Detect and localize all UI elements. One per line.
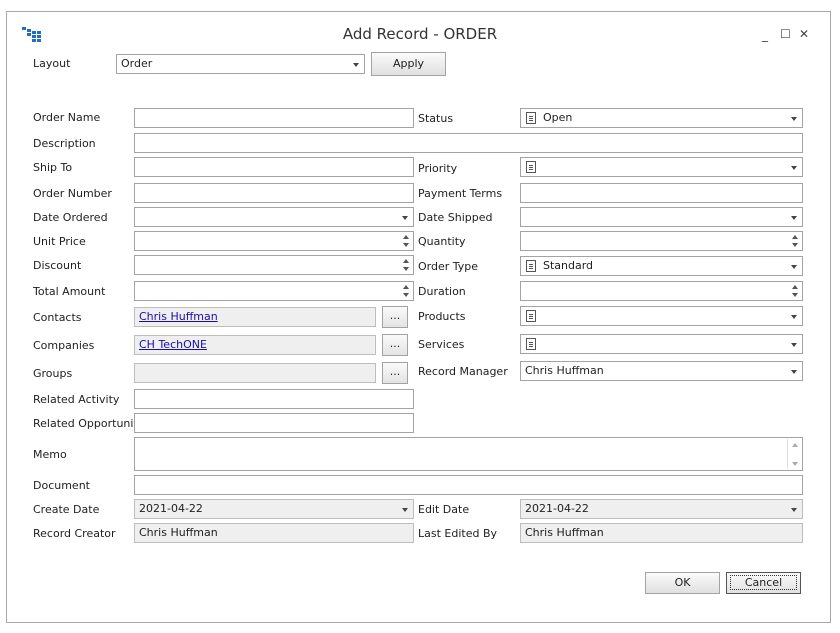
unit-price-spinner[interactable] bbox=[134, 231, 414, 251]
groups-label: Groups bbox=[33, 367, 73, 380]
edit-date-label: Edit Date bbox=[418, 503, 470, 516]
memo-textarea[interactable] bbox=[134, 437, 803, 471]
cancel-button[interactable]: Cancel bbox=[726, 572, 801, 594]
record-manager-label: Record Manager bbox=[418, 365, 508, 378]
window-title: Add Record - ORDER bbox=[342, 25, 498, 43]
document-input[interactable] bbox=[134, 475, 803, 495]
close-button[interactable]: ✕ bbox=[799, 27, 809, 41]
spin-down-icon[interactable] bbox=[792, 243, 798, 247]
create-date-picker: 2021-04-22 bbox=[134, 499, 414, 519]
order-number-label: Order Number bbox=[33, 187, 112, 200]
document-icon bbox=[526, 112, 536, 124]
create-date-label: Create Date bbox=[33, 503, 100, 516]
total-amount-label: Total Amount bbox=[33, 285, 106, 298]
companies-browse-button[interactable]: ... bbox=[382, 334, 408, 356]
related-activity-input[interactable] bbox=[134, 389, 414, 409]
document-icon bbox=[526, 338, 536, 350]
layout-label: Layout bbox=[33, 57, 71, 70]
contacts-browse-button[interactable]: ... bbox=[382, 306, 408, 328]
ok-button[interactable]: OK bbox=[645, 572, 720, 594]
date-shipped-picker[interactable] bbox=[520, 207, 803, 227]
discount-spinner[interactable] bbox=[134, 255, 414, 275]
companies-field: CH TechONE bbox=[134, 335, 376, 355]
layout-select-value: Order bbox=[121, 57, 153, 70]
company-link[interactable]: CH TechONE bbox=[139, 338, 207, 351]
spin-down-icon[interactable] bbox=[403, 243, 409, 247]
last-edited-by-label: Last Edited By bbox=[418, 527, 498, 540]
date-shipped-label: Date Shipped bbox=[418, 211, 493, 224]
quantity-spinner[interactable] bbox=[520, 231, 803, 251]
related-opportunity-input[interactable] bbox=[134, 413, 414, 433]
scroll-down-icon[interactable] bbox=[792, 462, 798, 466]
last-edited-by-field: Chris Huffman bbox=[520, 523, 803, 543]
document-icon bbox=[526, 260, 536, 272]
contact-link[interactable]: Chris Huffman bbox=[139, 310, 218, 323]
document-label: Document bbox=[33, 479, 90, 492]
spin-down-icon[interactable] bbox=[403, 267, 409, 271]
document-icon bbox=[526, 310, 536, 322]
related-activity-label: Related Activity bbox=[33, 393, 120, 406]
record-creator-field: Chris Huffman bbox=[134, 523, 414, 543]
apply-button[interactable]: Apply bbox=[371, 52, 446, 76]
order-name-input[interactable] bbox=[134, 108, 414, 128]
minimize-button[interactable]: _ bbox=[762, 28, 768, 42]
description-label: Description bbox=[33, 137, 96, 150]
spin-down-icon[interactable] bbox=[403, 293, 409, 297]
edit-date-picker: 2021-04-22 bbox=[520, 499, 803, 519]
memo-scrollbar[interactable] bbox=[787, 439, 801, 469]
order-name-label: Order Name bbox=[33, 111, 101, 124]
ship-to-input[interactable] bbox=[134, 157, 414, 177]
spin-up-icon[interactable] bbox=[403, 285, 409, 289]
order-type-select[interactable]: Standard bbox=[520, 256, 803, 276]
order-number-input[interactable] bbox=[134, 183, 414, 203]
companies-label: Companies bbox=[33, 339, 95, 352]
spin-up-icon[interactable] bbox=[403, 235, 409, 239]
discount-label: Discount bbox=[33, 259, 82, 272]
products-select[interactable] bbox=[520, 306, 803, 326]
scroll-up-icon[interactable] bbox=[792, 443, 798, 447]
spin-up-icon[interactable] bbox=[792, 235, 798, 239]
services-label: Services bbox=[418, 338, 465, 351]
spin-up-icon[interactable] bbox=[792, 285, 798, 289]
total-amount-spinner[interactable] bbox=[134, 281, 414, 301]
related-opportunity-label: Related Opportunity bbox=[33, 417, 145, 430]
maximize-button[interactable]: ☐ bbox=[780, 27, 791, 41]
order-type-value: Standard bbox=[543, 259, 594, 272]
quantity-label: Quantity bbox=[418, 235, 466, 248]
record-manager-value: Chris Huffman bbox=[525, 364, 604, 377]
priority-select[interactable] bbox=[520, 157, 803, 177]
payment-terms-label: Payment Terms bbox=[418, 187, 503, 200]
unit-price-label: Unit Price bbox=[33, 235, 86, 248]
services-select[interactable] bbox=[520, 334, 803, 354]
status-select[interactable]: Open bbox=[520, 108, 803, 128]
order-type-label: Order Type bbox=[418, 260, 479, 273]
spin-down-icon[interactable] bbox=[792, 293, 798, 297]
products-label: Products bbox=[418, 310, 466, 323]
description-input[interactable] bbox=[134, 133, 803, 153]
duration-label: Duration bbox=[418, 285, 466, 298]
payment-terms-input[interactable] bbox=[520, 183, 803, 203]
contacts-field: Chris Huffman bbox=[134, 307, 376, 327]
spin-up-icon[interactable] bbox=[403, 259, 409, 263]
date-ordered-label: Date Ordered bbox=[33, 211, 108, 224]
layout-select[interactable]: Order bbox=[116, 54, 365, 74]
record-manager-select[interactable]: Chris Huffman bbox=[520, 361, 803, 381]
cancel-button-label: Cancel bbox=[729, 575, 798, 590]
record-creator-label: Record Creator bbox=[33, 527, 116, 540]
groups-browse-button[interactable]: ... bbox=[382, 362, 408, 384]
groups-field bbox=[134, 363, 376, 383]
memo-label: Memo bbox=[33, 448, 67, 461]
contacts-label: Contacts bbox=[33, 311, 82, 324]
duration-spinner[interactable] bbox=[520, 281, 803, 301]
ship-to-label: Ship To bbox=[33, 161, 73, 174]
document-icon bbox=[526, 161, 536, 173]
priority-label: Priority bbox=[418, 162, 458, 175]
date-ordered-picker[interactable] bbox=[134, 207, 414, 227]
status-value: Open bbox=[543, 111, 573, 124]
status-label: Status bbox=[418, 112, 454, 125]
